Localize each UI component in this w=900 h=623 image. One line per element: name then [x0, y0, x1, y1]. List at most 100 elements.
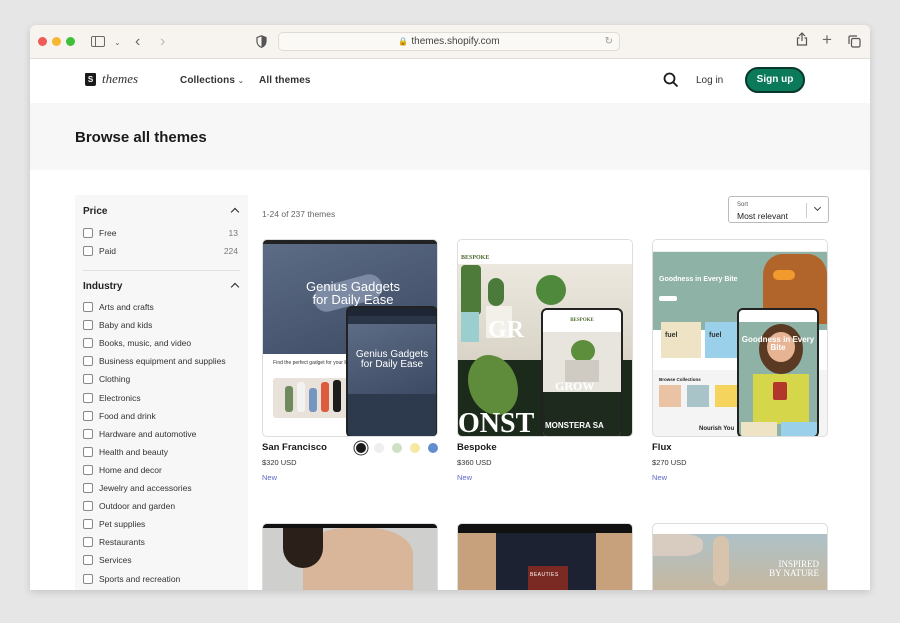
shopify-bag-icon: S — [85, 72, 96, 86]
checkbox[interactable] — [83, 555, 93, 566]
checkbox[interactable] — [83, 446, 93, 457]
checkbox[interactable] — [83, 519, 93, 530]
new-badge: New — [457, 473, 473, 482]
filter-count: 13 — [228, 228, 238, 238]
checkbox[interactable] — [83, 501, 93, 512]
sort-select[interactable]: Sort Most relevant — [728, 196, 829, 223]
price-filter-heading[interactable]: Price — [83, 206, 107, 217]
theme-card-flux[interactable]: Goodness in Every Bite fuel fuel Browse … — [652, 239, 828, 482]
filter-industry-option[interactable]: Arts and crafts — [83, 300, 238, 314]
filter-industry-option[interactable]: Home and decor — [83, 463, 238, 477]
checkbox[interactable] — [83, 356, 93, 367]
filter-industry-option[interactable]: Pet supplies — [83, 517, 238, 531]
checkbox[interactable] — [83, 338, 93, 349]
filter-industry-option[interactable]: Baby and kids — [83, 318, 238, 332]
privacy-shield-icon[interactable] — [256, 34, 267, 52]
filter-industry-option[interactable]: Hardware and automotive — [83, 427, 238, 441]
checkbox[interactable] — [83, 392, 93, 403]
results-count: 1-24 of 237 themes — [262, 209, 336, 219]
filter-price-paid[interactable]: Paid 224 — [83, 244, 238, 258]
reload-icon[interactable]: ↻ — [605, 33, 613, 50]
theme-preview[interactable]: Goodness in Every Bite fuel fuel Browse … — [652, 239, 828, 437]
filter-price-free[interactable]: Free 13 — [83, 226, 238, 240]
share-icon[interactable] — [796, 32, 808, 50]
forward-icon[interactable]: › — [160, 33, 165, 51]
color-swatches — [356, 443, 438, 453]
address-bar[interactable]: 🔒 themes.shopify.com ↻ — [278, 32, 620, 51]
theme-preview[interactable]: INSPIRED BY NATURE — [652, 523, 828, 590]
page-hero: Browse all themes — [30, 103, 870, 170]
checkbox[interactable] — [83, 483, 93, 493]
new-badge: New — [262, 473, 278, 482]
color-swatch[interactable] — [428, 443, 438, 453]
filter-industry-option[interactable]: Electronics — [83, 391, 238, 405]
theme-card-6[interactable]: INSPIRED BY NATURE — [652, 523, 828, 590]
collapse-industry-icon[interactable] — [230, 282, 240, 292]
close-window-button[interactable] — [38, 37, 47, 46]
filter-industry-option[interactable]: Books, music, and video — [83, 336, 238, 350]
filter-industry-option[interactable]: Sports and recreation — [83, 572, 238, 586]
filter-industry-option[interactable]: Services — [83, 553, 238, 567]
filter-industry-option[interactable]: Business equipment and supplies — [83, 354, 238, 368]
checkbox[interactable] — [83, 573, 93, 584]
logo-text: themes — [102, 71, 139, 86]
lock-icon: 🔒 — [398, 37, 409, 46]
browser-window: ⌄ ‹ › 🔒 themes.shopify.com ↻ + S themes C… — [30, 25, 870, 590]
theme-name[interactable]: Bespoke — [457, 442, 633, 453]
theme-preview[interactable]: Genius Gadgets for Daily Ease Find the pe… — [262, 239, 438, 437]
filter-industry-option[interactable]: Restaurants — [83, 535, 238, 549]
theme-card-4[interactable] — [262, 523, 438, 590]
theme-preview[interactable]: BESPOKE GR ONST BESPOKE GROW MONSTERA SA — [457, 239, 633, 437]
checkbox[interactable] — [83, 410, 93, 421]
nav-all-themes[interactable]: All themes — [259, 75, 311, 86]
theme-card-5[interactable]: BEAUTIES — [457, 523, 633, 590]
shopify-themes-logo[interactable]: S themes — [85, 71, 138, 87]
filter-count: 224 — [223, 246, 238, 256]
tab-overview-icon[interactable] — [848, 34, 861, 52]
sort-label: Sort — [737, 202, 749, 208]
theme-price: $270 USD — [652, 458, 687, 467]
search-icon[interactable] — [663, 72, 679, 88]
checkbox[interactable] — [83, 228, 93, 238]
preview-headline: INSPIRED BY NATURE — [769, 559, 819, 579]
minimize-window-button[interactable] — [52, 37, 61, 46]
checkbox[interactable] — [83, 428, 93, 439]
url-text: themes.shopify.com — [411, 36, 500, 47]
checkbox[interactable] — [83, 320, 93, 331]
theme-preview[interactable] — [262, 523, 438, 590]
back-icon[interactable]: ‹ — [135, 33, 140, 51]
signup-button[interactable]: Sign up — [745, 67, 805, 93]
new-tab-icon[interactable]: + — [822, 31, 832, 49]
chevron-down-icon — [813, 203, 822, 212]
chevron-down-icon: ⌄ — [237, 78, 244, 85]
filter-industry-option[interactable]: Jewelry and accessories — [83, 481, 238, 495]
theme-card-san-francisco[interactable]: Genius Gadgets for Daily Ease Find the pe… — [262, 239, 438, 482]
sort-value: Most relevant — [737, 211, 789, 221]
login-link[interactable]: Log in — [696, 75, 723, 86]
divider — [83, 270, 240, 271]
maximize-window-button[interactable] — [66, 37, 75, 46]
theme-preview[interactable]: BEAUTIES — [457, 523, 633, 590]
filter-industry-option[interactable]: Outdoor and garden — [83, 499, 238, 513]
filter-industry-option[interactable]: Health and beauty — [83, 445, 238, 459]
nav-collections[interactable]: Collections ⌄ — [180, 75, 244, 86]
filter-industry-option[interactable]: Food and drink — [83, 409, 238, 423]
checkbox[interactable] — [83, 464, 93, 475]
site-header: S themes Collections ⌄ All themes Log in… — [30, 59, 870, 103]
collapse-price-icon[interactable] — [230, 207, 240, 217]
color-swatch[interactable] — [410, 443, 420, 453]
new-badge: New — [652, 473, 668, 482]
color-swatch[interactable] — [356, 443, 366, 453]
filter-industry-option[interactable]: Clothing — [83, 372, 238, 386]
checkbox[interactable] — [83, 302, 93, 312]
theme-name[interactable]: Flux — [652, 442, 828, 453]
chevron-down-icon[interactable]: ⌄ — [114, 34, 121, 52]
theme-card-bespoke[interactable]: BESPOKE GR ONST BESPOKE GROW MONSTERA SA… — [457, 239, 633, 482]
checkbox[interactable] — [83, 374, 93, 385]
industry-filter-heading[interactable]: Industry — [83, 281, 122, 292]
color-swatch[interactable] — [392, 443, 402, 453]
sidebar-toggle-icon[interactable] — [91, 36, 105, 47]
color-swatch[interactable] — [374, 443, 384, 453]
checkbox[interactable] — [83, 537, 93, 548]
checkbox[interactable] — [83, 246, 93, 256]
